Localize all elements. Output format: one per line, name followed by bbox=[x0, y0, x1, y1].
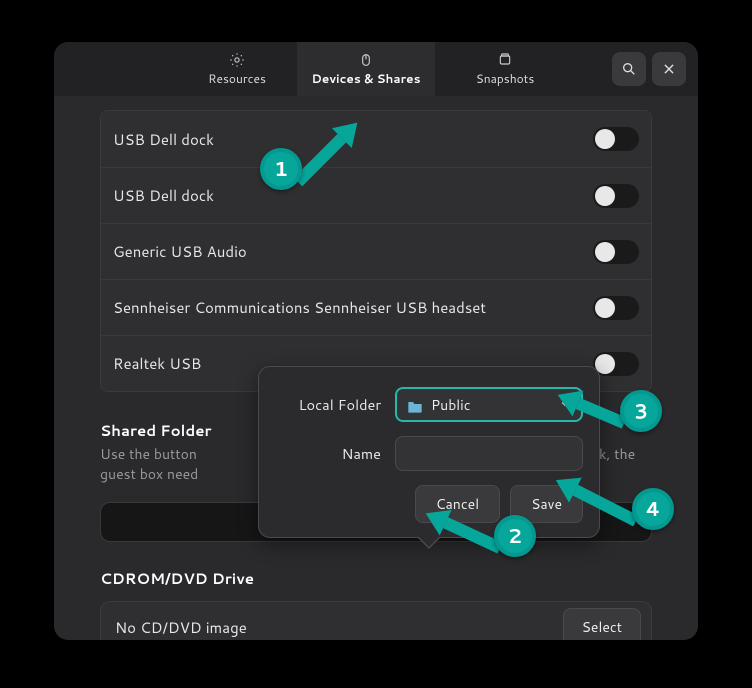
cdrom-row: No CD/DVD image Select bbox=[100, 601, 652, 640]
tab-label: Devices & Shares bbox=[311, 70, 420, 87]
tab-label: Resources bbox=[208, 70, 266, 87]
device-name: Sennheiser Communications Sennheiser USB… bbox=[113, 297, 486, 318]
device-row: USB Dell dock bbox=[101, 167, 651, 223]
annotation-bubble-2: 2 bbox=[494, 515, 536, 557]
annotation-bubble-1: 1 bbox=[260, 148, 302, 190]
tab-devices-shares[interactable]: Devices & Shares bbox=[297, 42, 435, 96]
device-toggle[interactable] bbox=[593, 296, 639, 320]
tab-resources[interactable]: Resources bbox=[177, 42, 297, 96]
device-row: USB Dell dock bbox=[101, 111, 651, 167]
device-name: USB Dell dock bbox=[113, 129, 214, 150]
usb-device-list: USB Dell dock USB Dell dock Generic USB … bbox=[100, 110, 652, 392]
device-name: Generic USB Audio bbox=[113, 241, 247, 262]
folder-icon bbox=[407, 398, 423, 412]
close-icon bbox=[662, 62, 676, 76]
search-icon bbox=[621, 61, 637, 77]
device-toggle[interactable] bbox=[593, 127, 639, 151]
local-folder-label: Local Folder bbox=[275, 394, 395, 415]
device-toggle[interactable] bbox=[593, 240, 639, 264]
name-label: Name bbox=[275, 443, 395, 464]
header-bar: Resources Devices & Shares Snapshots bbox=[54, 42, 698, 96]
gear-icon bbox=[228, 52, 246, 68]
device-name: USB Dell dock bbox=[113, 185, 214, 206]
device-row: Generic USB Audio bbox=[101, 223, 651, 279]
annotation-bubble-3: 3 bbox=[620, 390, 662, 432]
select-image-button[interactable]: Select bbox=[563, 608, 641, 640]
tab-snapshots[interactable]: Snapshots bbox=[435, 42, 575, 96]
search-button[interactable] bbox=[612, 52, 646, 86]
header-tabs: Resources Devices & Shares Snapshots bbox=[177, 42, 575, 96]
device-name: Realtek USB bbox=[113, 353, 201, 374]
device-toggle[interactable] bbox=[593, 184, 639, 208]
annotation-bubble-4: 4 bbox=[632, 488, 674, 530]
device-row: Sennheiser Communications Sennheiser USB… bbox=[101, 279, 651, 335]
local-folder-value: Public bbox=[431, 395, 471, 415]
snapshot-icon bbox=[496, 52, 514, 68]
name-input[interactable] bbox=[395, 436, 583, 471]
mouse-icon bbox=[357, 52, 375, 68]
cdrom-title: CDROM/DVD Drive bbox=[100, 568, 652, 589]
close-button[interactable] bbox=[652, 52, 686, 86]
cdrom-status-text: No CD/DVD image bbox=[115, 617, 247, 638]
device-toggle[interactable] bbox=[593, 352, 639, 376]
tab-label: Snapshots bbox=[476, 70, 535, 87]
preferences-window: Resources Devices & Shares Snapshots bbox=[54, 42, 698, 640]
